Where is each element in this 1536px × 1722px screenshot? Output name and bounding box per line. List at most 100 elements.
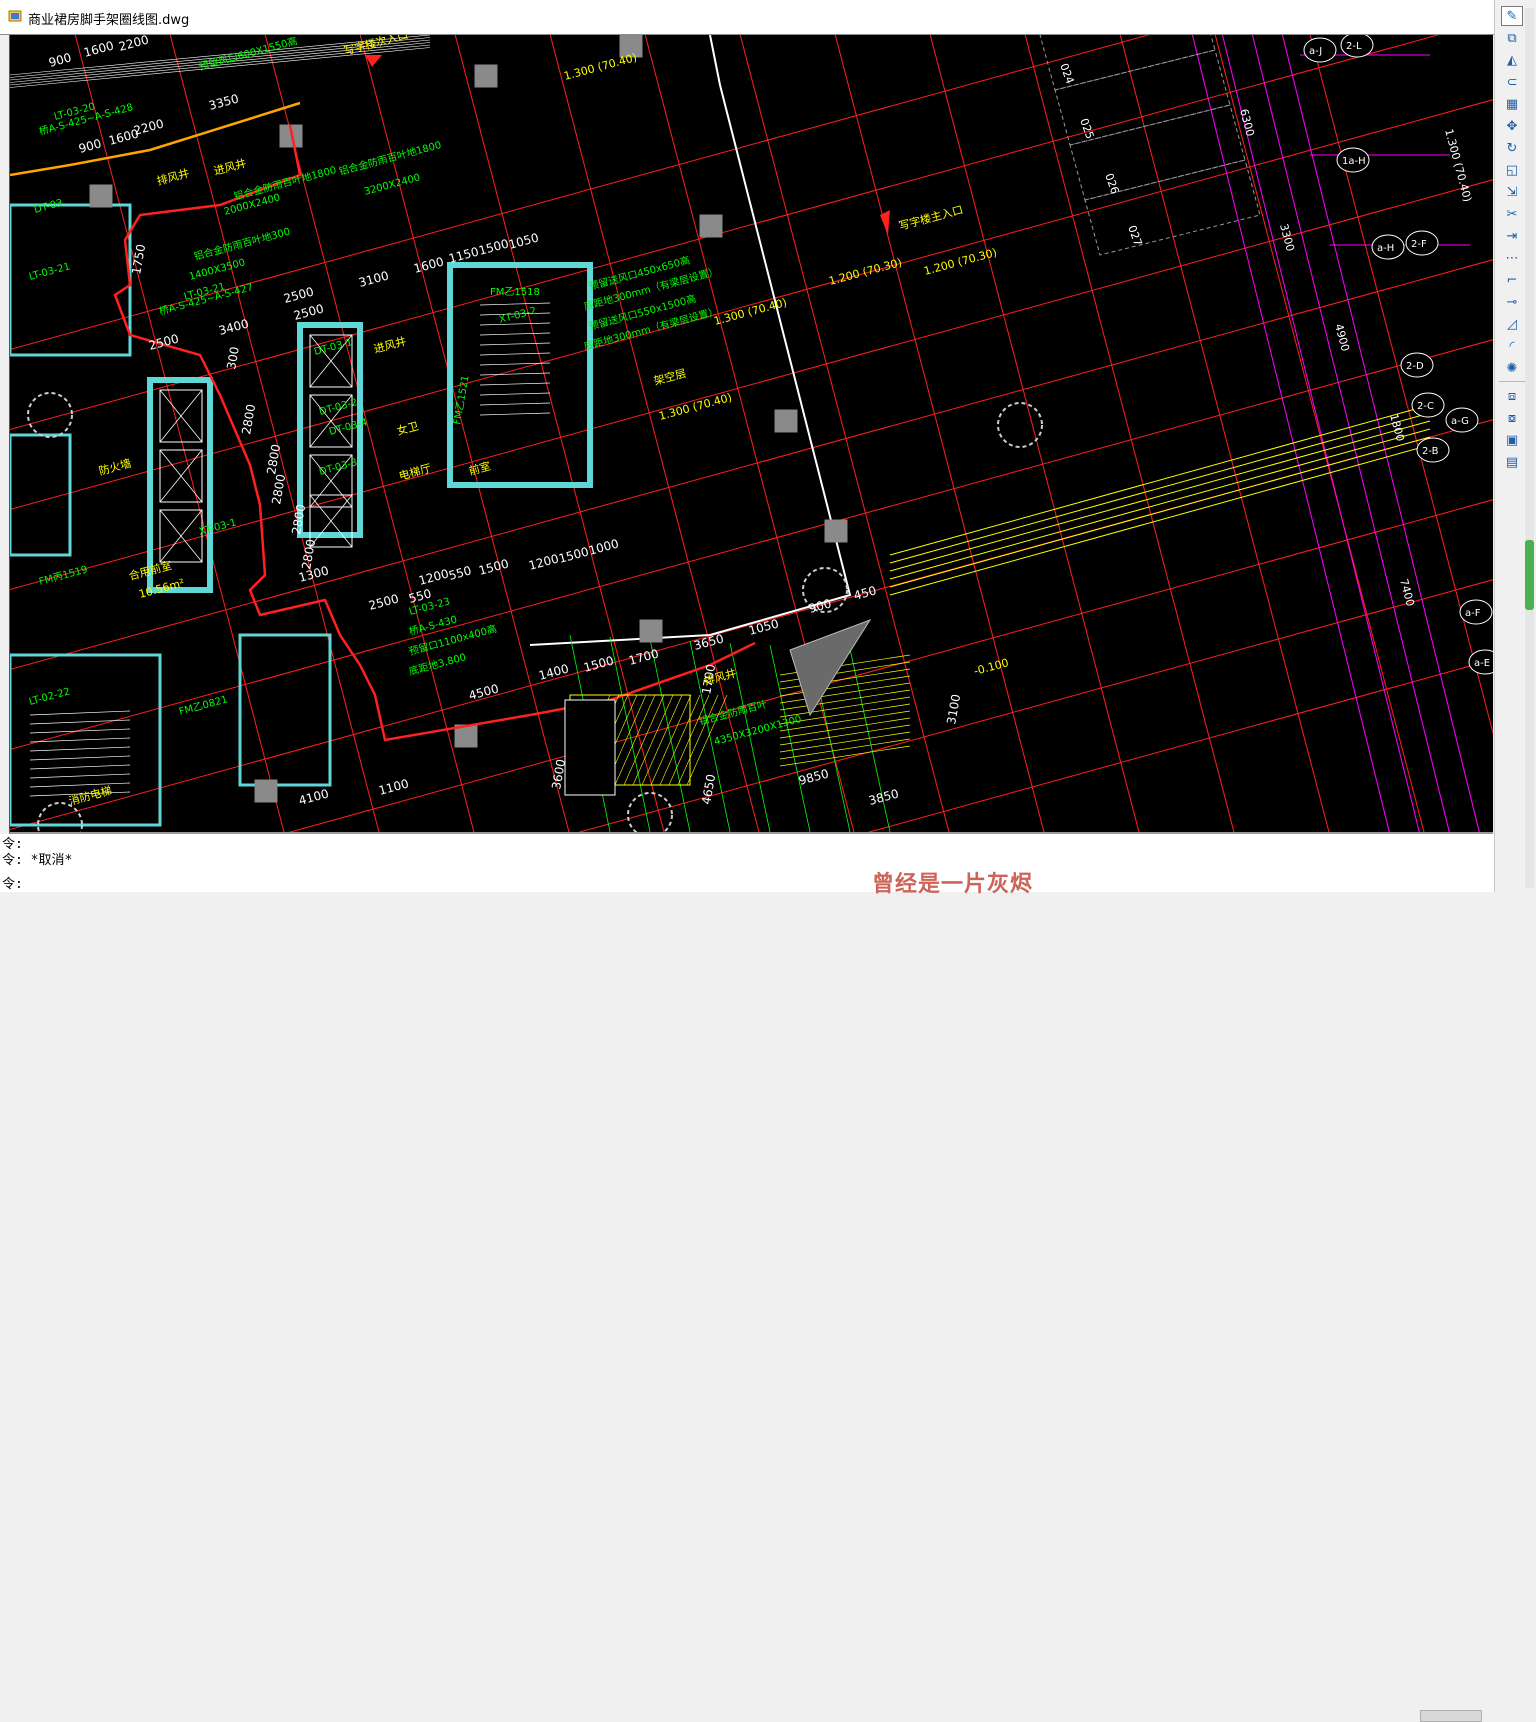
modify-toolbar: ✎ ⧉ ◭ ⊂ ▦ ✥ ↻ ◱ ⇲ ✂ ⇥ ⋯ ⌐ ⊸ ◿ ◜ ✺ ⧈ ⧇ ▣ ▤ <box>1494 0 1536 892</box>
drawing-canvas[interactable]: a-J 2-L 1a-H a-H 2-F 2-D 2-C a-G 2-B a-F a-E 024 025… <box>9 35 1493 834</box>
draworder-under-icon[interactable]: ▤ <box>1501 452 1523 472</box>
rotate-icon[interactable]: ↻ <box>1501 138 1523 158</box>
room-label: 排风井 <box>155 166 190 188</box>
stair-tread <box>29 719 131 725</box>
dimension-text: 1100 <box>377 776 410 797</box>
dimension-text: 300 <box>224 346 242 371</box>
structural-column <box>824 519 848 543</box>
annotation-label: DT-03-3 <box>318 457 359 478</box>
tree-symbol <box>997 402 1043 448</box>
dimension-text: 4500 <box>467 681 500 702</box>
draworder-front-icon[interactable]: ⧈ <box>1501 386 1523 406</box>
hatch-line <box>677 694 719 786</box>
room-label: 写字楼主入口 <box>897 202 964 233</box>
scale-icon[interactable]: ◱ <box>1501 160 1523 180</box>
axis-bubble-label: 2-C <box>1417 401 1434 412</box>
axis-bubble-label: 1a-H <box>1342 156 1366 167</box>
axis-bubble-label: 2-B <box>1422 446 1439 457</box>
dimension-text: 7400 <box>1397 577 1417 607</box>
dimension-text: 3400 <box>217 316 250 337</box>
annotation-label: LT-03-21 <box>28 261 71 283</box>
parking-space <box>1069 104 1246 201</box>
room-label: 10.56m² <box>137 576 185 601</box>
command-history-line-2: 令: *取消* <box>2 853 73 868</box>
room-label: 架空层 <box>652 366 687 388</box>
axis-bubble-label: a-F <box>1465 608 1481 619</box>
copy-icon[interactable]: ⧉ <box>1501 28 1523 48</box>
annotation-label: 桥A-S-430 <box>408 614 459 638</box>
dimension-text: 2800 <box>239 403 258 436</box>
grid-line-red <box>10 339 1493 750</box>
trim-icon[interactable]: ✂ <box>1501 204 1523 224</box>
slab-edge-line <box>889 444 1431 596</box>
scroll-thumb[interactable] <box>1525 540 1534 610</box>
hatch-line <box>650 694 692 786</box>
offset-icon[interactable]: ⊂ <box>1501 72 1523 92</box>
parking-number: 026 <box>1102 172 1121 196</box>
room-label: 1.200 (70.30) <box>827 256 903 288</box>
chamfer-icon[interactable]: ◿ <box>1501 314 1523 334</box>
command-scrollbar[interactable] <box>1420 1710 1482 1722</box>
move-icon[interactable]: ✥ <box>1501 116 1523 136</box>
break-point-icon[interactable]: ⋯ <box>1501 248 1523 268</box>
grid-line-red <box>739 35 950 832</box>
stair-tread <box>29 755 131 761</box>
dimension-text: 1600 <box>82 38 115 59</box>
annotation-label: DT-03 <box>33 198 64 216</box>
fillet-icon[interactable]: ◜ <box>1501 336 1523 356</box>
dimension-text: 3650 <box>692 631 725 652</box>
stair-tread <box>479 402 551 406</box>
mirror-icon[interactable]: ◭ <box>1501 50 1523 70</box>
draworder-back-icon[interactable]: ⧇ <box>1501 408 1523 428</box>
stair-tread <box>479 382 551 386</box>
room-label: -0.100 <box>972 656 1010 678</box>
room-label: 前室 <box>467 459 492 478</box>
axis-bubble-label: 2-D <box>1406 361 1424 372</box>
break-icon[interactable]: ⌐ <box>1501 270 1523 290</box>
structural-column <box>699 214 723 238</box>
dimension-text: 2800 <box>264 443 283 476</box>
command-window[interactable]: 令: 令: *取消* 令: <box>0 834 1494 1722</box>
slab-edge-line <box>889 436 1431 588</box>
extend-icon[interactable]: ⇥ <box>1501 226 1523 246</box>
annotation-label: 铝合金防雨百叶地1800 <box>337 138 442 178</box>
annotation-label: 铝合金防雨百叶地1800 <box>232 163 337 203</box>
title-bar: 商业裙房脚手架圈线图.dwg <box>0 0 1494 35</box>
annotation-label: XT-03-2 <box>498 305 538 326</box>
stair-tread <box>479 322 551 326</box>
dimension-text: 2500 <box>292 301 325 322</box>
elevator-shaft-wall <box>147 377 213 593</box>
dimension-text: 900 <box>807 596 833 615</box>
room-label: 进风井 <box>372 334 407 356</box>
dimension-text: 1000 <box>587 536 620 557</box>
grid-line-red <box>10 179 1493 590</box>
draworder-above-icon[interactable]: ▣ <box>1501 430 1523 450</box>
structural-column <box>774 409 798 433</box>
parking-number: 025 <box>1077 117 1096 141</box>
axis-bubble-label: a-G <box>1451 416 1469 427</box>
stretch-icon[interactable]: ⇲ <box>1501 182 1523 202</box>
dimension-text: 1500 <box>477 236 510 257</box>
slab-edge-line <box>889 428 1431 580</box>
join-icon[interactable]: ⊸ <box>1501 292 1523 312</box>
cad-drawing[interactable]: a-J 2-L 1a-H a-H 2-F 2-D 2-C a-G 2-B a-F a-E 024 025… <box>10 35 1493 832</box>
dimension-text: 3100 <box>944 693 963 726</box>
dimension-text: 6300 <box>1237 107 1257 137</box>
tree-symbol <box>37 802 83 832</box>
dimension-text: 4650 <box>699 773 718 806</box>
axis-bubble-label: a-E <box>1474 658 1490 669</box>
dimension-text: 4900 <box>1332 322 1352 352</box>
grid-line-red <box>288 499 1493 832</box>
command-input[interactable]: 令: <box>2 877 23 893</box>
line-tool-icon[interactable]: ✎ <box>1501 6 1523 26</box>
structural-column <box>474 64 498 88</box>
vertical-scrollbar[interactable] <box>1525 8 1534 888</box>
dimension-text: 9850 <box>797 766 830 787</box>
axis-bubble-label: 2-F <box>1411 239 1427 250</box>
explode-icon[interactable]: ✺ <box>1501 358 1523 378</box>
axis-bubble-label: a-H <box>1377 243 1394 254</box>
room-label: 写字楼次入口 <box>342 35 409 58</box>
array-icon[interactable]: ▦ <box>1501 94 1523 114</box>
axis-bubble-label: 2-L <box>1346 41 1362 52</box>
hatch-line <box>623 694 665 786</box>
